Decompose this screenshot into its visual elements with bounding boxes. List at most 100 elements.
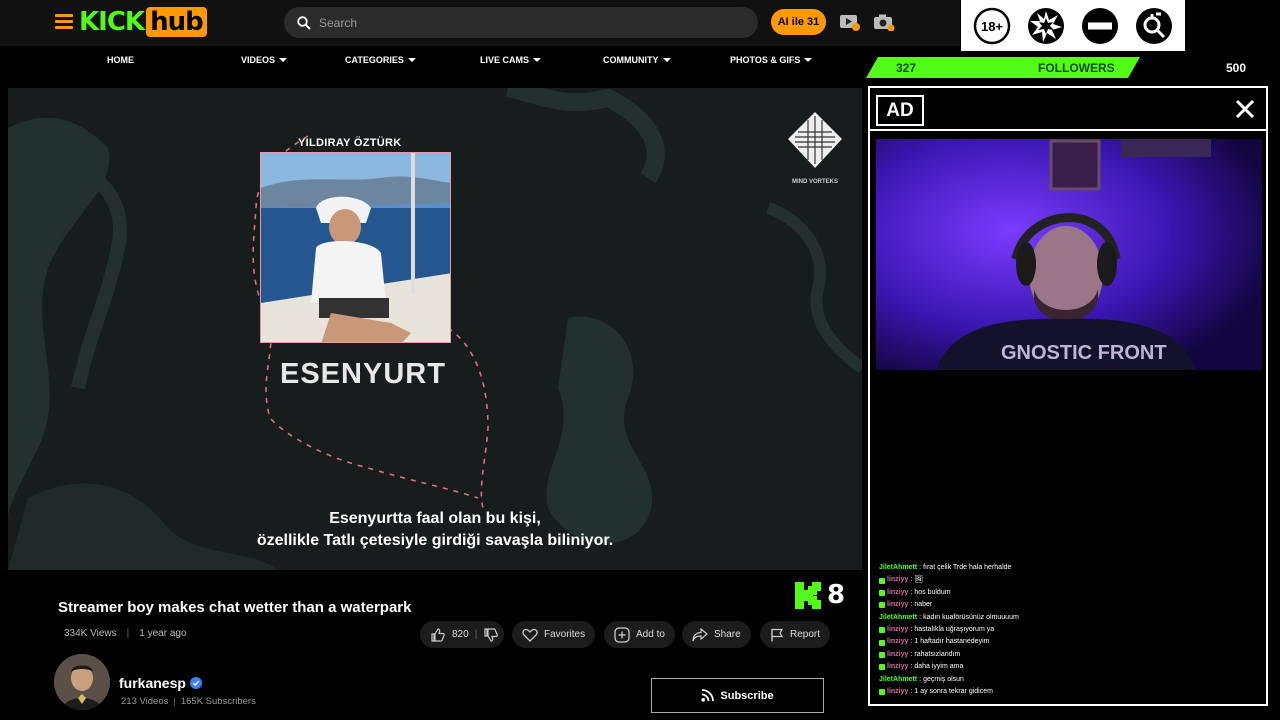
gender-search-icon: [1136, 7, 1172, 44]
chat-message: linziyy: rahatsızlandım: [879, 649, 1259, 661]
followers-label: FOLLOWERS: [1038, 61, 1115, 75]
add-to-button[interactable]: Add to: [604, 621, 675, 648]
followers-goal-count: 500: [1225, 61, 1246, 75]
add-to-label: Add to: [636, 629, 665, 640]
chat-colon: :: [910, 626, 913, 634]
chat-message: JiletAhmett: geçmiş olsun: [879, 674, 1259, 686]
chat-colon: :: [910, 601, 913, 609]
logo-hub-text: hub: [146, 7, 207, 37]
chat-message: linziyy: hastalıkla uğraşıyorum ya: [879, 624, 1259, 636]
content-ratings: 18+: [961, 0, 1185, 51]
kick-badge: 8: [795, 580, 845, 610]
share-button[interactable]: Share: [682, 621, 751, 648]
chat-colon: :: [910, 576, 913, 584]
chat-badge-icon: [879, 627, 885, 634]
chat-username[interactable]: linziyy: [887, 661, 908, 673]
nav-videos[interactable]: VIDEOS: [241, 55, 288, 65]
like-dislike-button[interactable]: 820 |: [420, 621, 504, 648]
chat-badge-icon: [879, 639, 885, 646]
subscribe-button[interactable]: Subscribe: [651, 678, 824, 713]
video-title: Streamer boy makes chat wetter than a wa…: [58, 599, 412, 616]
nav-videos-label: VIDEOS: [241, 55, 276, 65]
no-entry-icon: [1082, 7, 1118, 44]
chat-username[interactable]: linziyy: [887, 574, 908, 586]
verified-icon: [189, 677, 202, 689]
video-place-name: ESENYURT: [280, 358, 446, 390]
report-button[interactable]: Report: [760, 621, 831, 648]
caret-down-icon: [279, 58, 288, 62]
chat-colon: :: [910, 650, 913, 658]
caret-down-icon: [533, 58, 542, 62]
chat-username[interactable]: JiletAhmett: [879, 562, 917, 574]
favorites-button[interactable]: Favorites: [512, 621, 596, 648]
nav-community[interactable]: COMMUNITY: [603, 55, 671, 65]
chat-badge-icon: [879, 652, 885, 659]
channel-subscriber-count: 165K Subscribers: [180, 696, 256, 707]
channel-name-text: furkanesp: [119, 675, 186, 691]
chat-message-text: rahatsızlandım: [914, 650, 961, 658]
mind-vorteks-logo: [788, 112, 842, 168]
chat-username[interactable]: JiletAhmett: [879, 674, 917, 686]
followers-current-count: 327: [896, 61, 917, 75]
chat-badge-icon: [879, 590, 885, 597]
chat-colon: :: [910, 663, 913, 671]
favorites-label: Favorites: [544, 629, 586, 640]
chat-username[interactable]: JiletAhmett: [879, 612, 917, 624]
chat-username[interactable]: linziyy: [887, 587, 908, 599]
search-bar: [284, 7, 758, 38]
caret-down-icon: [407, 58, 416, 62]
chat-username[interactable]: linziyy: [887, 686, 908, 698]
explosion-icon: [1028, 7, 1064, 44]
nav-photos-gifs[interactable]: PHOTOS & GIFS: [730, 55, 813, 65]
search-icon[interactable]: [297, 15, 311, 30]
chat-colon: :: [910, 638, 913, 646]
chat-colon: :: [919, 613, 922, 621]
chat-log: JiletAhmett: fırat çelik Trde hala herhal…: [879, 562, 1259, 698]
logo-kick-text: KICK: [79, 7, 145, 37]
nav-live-cams[interactable]: LIVE CAMS: [480, 55, 542, 65]
site-logo[interactable]: KICK hub: [79, 7, 207, 37]
main-nav: HOME VIDEOS CATEGORIES LIVE CAMS COMMUNI…: [0, 46, 860, 76]
followers-goal-bar: 327 FOLLOWERS 500: [866, 57, 1280, 78]
chat-colon: :: [910, 588, 913, 596]
ad-header: AD: [870, 88, 1266, 131]
chat-message-text: fırat çelik Trde hala herhalde: [923, 564, 1012, 571]
camera-icon[interactable]: [873, 13, 895, 31]
caret-down-icon: [804, 58, 813, 62]
chat-message-text: 1 haftadır hastanedeyim: [914, 638, 990, 646]
chat-username[interactable]: linziyy: [887, 649, 908, 661]
thumbs-down-icon[interactable]: [483, 627, 499, 643]
video-meta: 334K Views | 1 year ago: [64, 628, 187, 639]
plus-box-icon: [614, 626, 630, 643]
ai-button[interactable]: AI ile 31: [771, 9, 826, 35]
webcam-feed[interactable]: GNOSTIC FRONT: [876, 139, 1262, 370]
chat-username[interactable]: linziyy: [887, 624, 908, 636]
chat-username[interactable]: linziyy: [887, 599, 908, 611]
chat-message: JiletAhmett: fırat çelik Trde hala herhal…: [879, 562, 1259, 574]
ad-label: AD: [876, 95, 924, 126]
channel-avatar[interactable]: [54, 654, 110, 710]
menu-icon[interactable]: [55, 14, 73, 29]
video-person-photo: [260, 152, 451, 343]
close-icon[interactable]: [1234, 98, 1256, 120]
chat-badge-icon: [879, 577, 885, 584]
search-input[interactable]: [319, 15, 758, 30]
18-plus-icon: 18+: [973, 7, 1011, 44]
channel-name[interactable]: furkanesp: [119, 675, 202, 691]
nav-home[interactable]: HOME: [107, 55, 134, 65]
chat-colon: :: [919, 564, 922, 571]
nav-home-label: HOME: [107, 55, 134, 65]
nav-categories[interactable]: CATEGORIES: [345, 55, 416, 65]
chat-message: linziyy: 🖼: [879, 574, 1259, 586]
video-person-name: YILDIRAY ÖZTÜRK: [298, 137, 402, 149]
video-upload-icon[interactable]: [839, 13, 861, 31]
chat-message: linziyy:1 ay sonra tekrar gidicem: [879, 686, 1259, 698]
kick-logo-icon: [795, 581, 821, 609]
thumbs-up-icon[interactable]: [430, 627, 446, 643]
like-separator: |: [474, 629, 478, 640]
video-player[interactable]: YILDIRAY ÖZTÜRK ESENYURT MIND VORTEKS Es…: [8, 88, 862, 570]
video-subtitle: Esenyurtta faal olan bu kişi, özellikle …: [8, 508, 862, 552]
chat-colon: :: [919, 675, 922, 683]
share-label: Share: [714, 629, 741, 640]
chat-username[interactable]: linziyy: [887, 636, 908, 648]
